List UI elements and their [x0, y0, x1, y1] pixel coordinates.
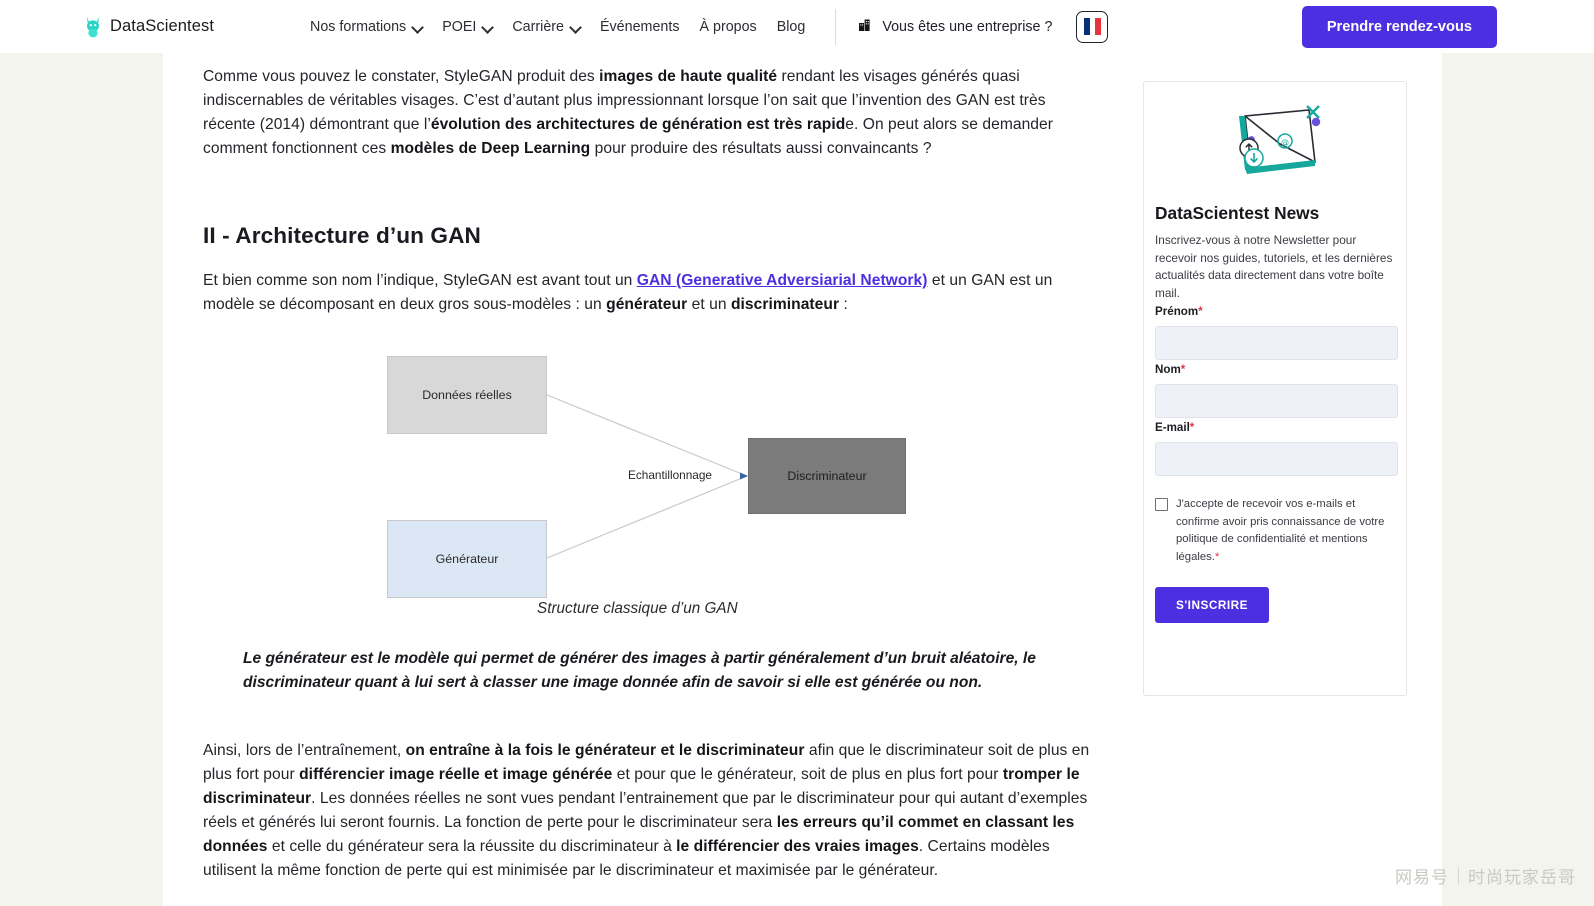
- intro-bold-1: images de haute qualité: [599, 68, 778, 85]
- paragraph-intro: Comme vous pouvez le constater, StyleGAN…: [203, 65, 1093, 161]
- p2-text-4: :: [839, 296, 848, 314]
- nav-label: Nos formations: [310, 18, 407, 35]
- prenom-label: Prénom*: [1155, 305, 1203, 318]
- diagram-box-generateur: Générateur: [387, 519, 547, 598]
- entreprise-link[interactable]: Vous êtes une entreprise ?: [858, 17, 1052, 36]
- nav-item-blog[interactable]: Blog: [777, 19, 806, 35]
- required-marker: *: [1214, 550, 1220, 563]
- watermark-separator: [1458, 867, 1459, 884]
- newsletter-illustration: @: [1155, 100, 1395, 187]
- intro-bold-2: évolution des architectures de génératio…: [430, 116, 846, 134]
- p3-text-1: Ainsi, lors de l’entraînement,: [203, 741, 406, 759]
- consent-text: J'accepte de recevoir vos e-mails et con…: [1176, 498, 1385, 563]
- chevron-down-icon: [413, 22, 422, 31]
- site-header: DataScientest Nos formations POEI Carriè…: [0, 0, 1594, 53]
- p2-bold-1: générateur: [606, 296, 688, 314]
- p3-text-5: et celle du générateur sera la réussite …: [267, 838, 677, 856]
- figure-caption: Structure classique d’un GAN: [537, 599, 738, 617]
- nav-item-evenements[interactable]: Événements: [600, 19, 679, 35]
- entreprise-label: Vous êtes une entreprise ?: [882, 18, 1053, 35]
- watermark: 网易号 时尚玩家岳哥: [1395, 863, 1576, 888]
- p2-text-3: et un: [687, 296, 731, 314]
- article-content: Comme vous pouvez le constater, StyleGAN…: [203, 53, 1093, 884]
- brand-logo[interactable]: DataScientest: [84, 16, 214, 38]
- prendre-rendez-vous-button[interactable]: Prendre rendez-vous: [1301, 5, 1497, 48]
- section-heading: II - Architecture d’un GAN: [203, 223, 481, 249]
- diagram-box-label: Discriminateur: [787, 468, 867, 483]
- gan-architecture-figure: Données réelles Générateur Discriminateu…: [385, 342, 1085, 632]
- p2-bold-2: discriminateur: [730, 296, 840, 314]
- diagram-edge-label-echantillonnage: Echantillonnage: [628, 467, 712, 482]
- required-marker: *: [1198, 305, 1203, 319]
- intro-text-4: pour produire des résultats aussi convai…: [590, 140, 932, 158]
- french-flag-icon: [1083, 18, 1101, 35]
- intro-text-1: Comme vous pouvez le constater, StyleGAN…: [203, 68, 600, 85]
- prenom-input[interactable]: [1155, 326, 1398, 361]
- newsletter-title: DataScientest News: [1155, 203, 1320, 223]
- email-label: E-mail*: [1155, 421, 1194, 434]
- nav-item-poei[interactable]: POEI: [442, 19, 492, 35]
- nom-label: Nom*: [1155, 363, 1185, 376]
- pull-quote: Le générateur est le modèle qui permet d…: [243, 649, 1036, 691]
- nav-label: Blog: [776, 18, 806, 35]
- brand-name: DataScientest: [110, 17, 215, 35]
- paragraph-training: Ainsi, lors de l’entraînement, on entraî…: [203, 739, 1093, 884]
- watermark-platform: 网易号: [1395, 868, 1449, 887]
- consent-row: J'accepte de recevoir vos e-mails et con…: [1155, 496, 1395, 566]
- watermark-author: 时尚玩家岳哥: [1468, 868, 1576, 887]
- nav-item-a-propos[interactable]: À propos: [699, 19, 756, 35]
- chevron-down-icon: [571, 22, 580, 31]
- consent-checkbox[interactable]: [1155, 498, 1168, 512]
- gan-wikipedia-link[interactable]: GAN (Generative Adversiarial Network): [637, 272, 928, 289]
- required-marker: *: [1189, 421, 1195, 435]
- diagram-box-label: Données réelles: [422, 387, 512, 402]
- newsletter-signup-card: @ DataScientest News Inscrivez-vous à no…: [1143, 81, 1407, 696]
- envelope-icon: @: [1223, 100, 1327, 187]
- newsletter-description: Inscrivez-vous à notre Newsletter pour r…: [1155, 233, 1393, 300]
- nav-item-carriere[interactable]: Carrière: [512, 19, 580, 35]
- p2-text-1: Et bien comme son nom l’indique, StyleGA…: [203, 272, 637, 290]
- required-marker: *: [1180, 363, 1186, 377]
- diagram-box-discriminateur: Discriminateur: [748, 437, 906, 514]
- email-label-text: E-mail: [1155, 421, 1190, 435]
- nav-label: POEI: [442, 18, 477, 35]
- subscribe-button[interactable]: S'INSCRIRE: [1155, 587, 1270, 623]
- main-navigation: Nos formations POEI Carrière Événements …: [310, 19, 805, 35]
- email-input[interactable]: [1155, 442, 1398, 477]
- p3-bold-1: on entraîne à la fois le générateur et l…: [405, 741, 805, 759]
- nom-input[interactable]: [1155, 384, 1398, 419]
- header-divider: [835, 8, 837, 45]
- nav-label: Événements: [600, 18, 680, 35]
- diagram-box-donnees-reelles: Données réelles: [387, 355, 547, 434]
- svg-text:@: @: [1281, 138, 1289, 147]
- p3-text-3: et pour que le générateur, soit de plus …: [612, 766, 1003, 784]
- p3-bold-2: différencier image réelle et image génér…: [299, 766, 613, 784]
- consent-label: J'accepte de recevoir vos e-mails et con…: [1176, 496, 1395, 566]
- diagram-box-label: Générateur: [435, 551, 499, 566]
- intro-bold-3: modèles de Deep Learning: [390, 140, 591, 158]
- nav-item-nos-formations[interactable]: Nos formations: [310, 19, 422, 35]
- prenom-label-text: Prénom: [1155, 305, 1199, 319]
- p3-bold-5: le différencier des vraies images: [676, 838, 919, 856]
- nav-label: Carrière: [512, 18, 564, 35]
- building-icon: [858, 17, 873, 36]
- datascientest-logo-icon: [84, 16, 103, 38]
- language-selector-button[interactable]: [1076, 10, 1109, 43]
- nav-label: À propos: [699, 18, 757, 35]
- nom-label-text: Nom: [1155, 363, 1181, 377]
- chevron-down-icon: [483, 22, 492, 31]
- paragraph-architecture: Et bien comme son nom l’indique, StyleGA…: [203, 269, 1093, 317]
